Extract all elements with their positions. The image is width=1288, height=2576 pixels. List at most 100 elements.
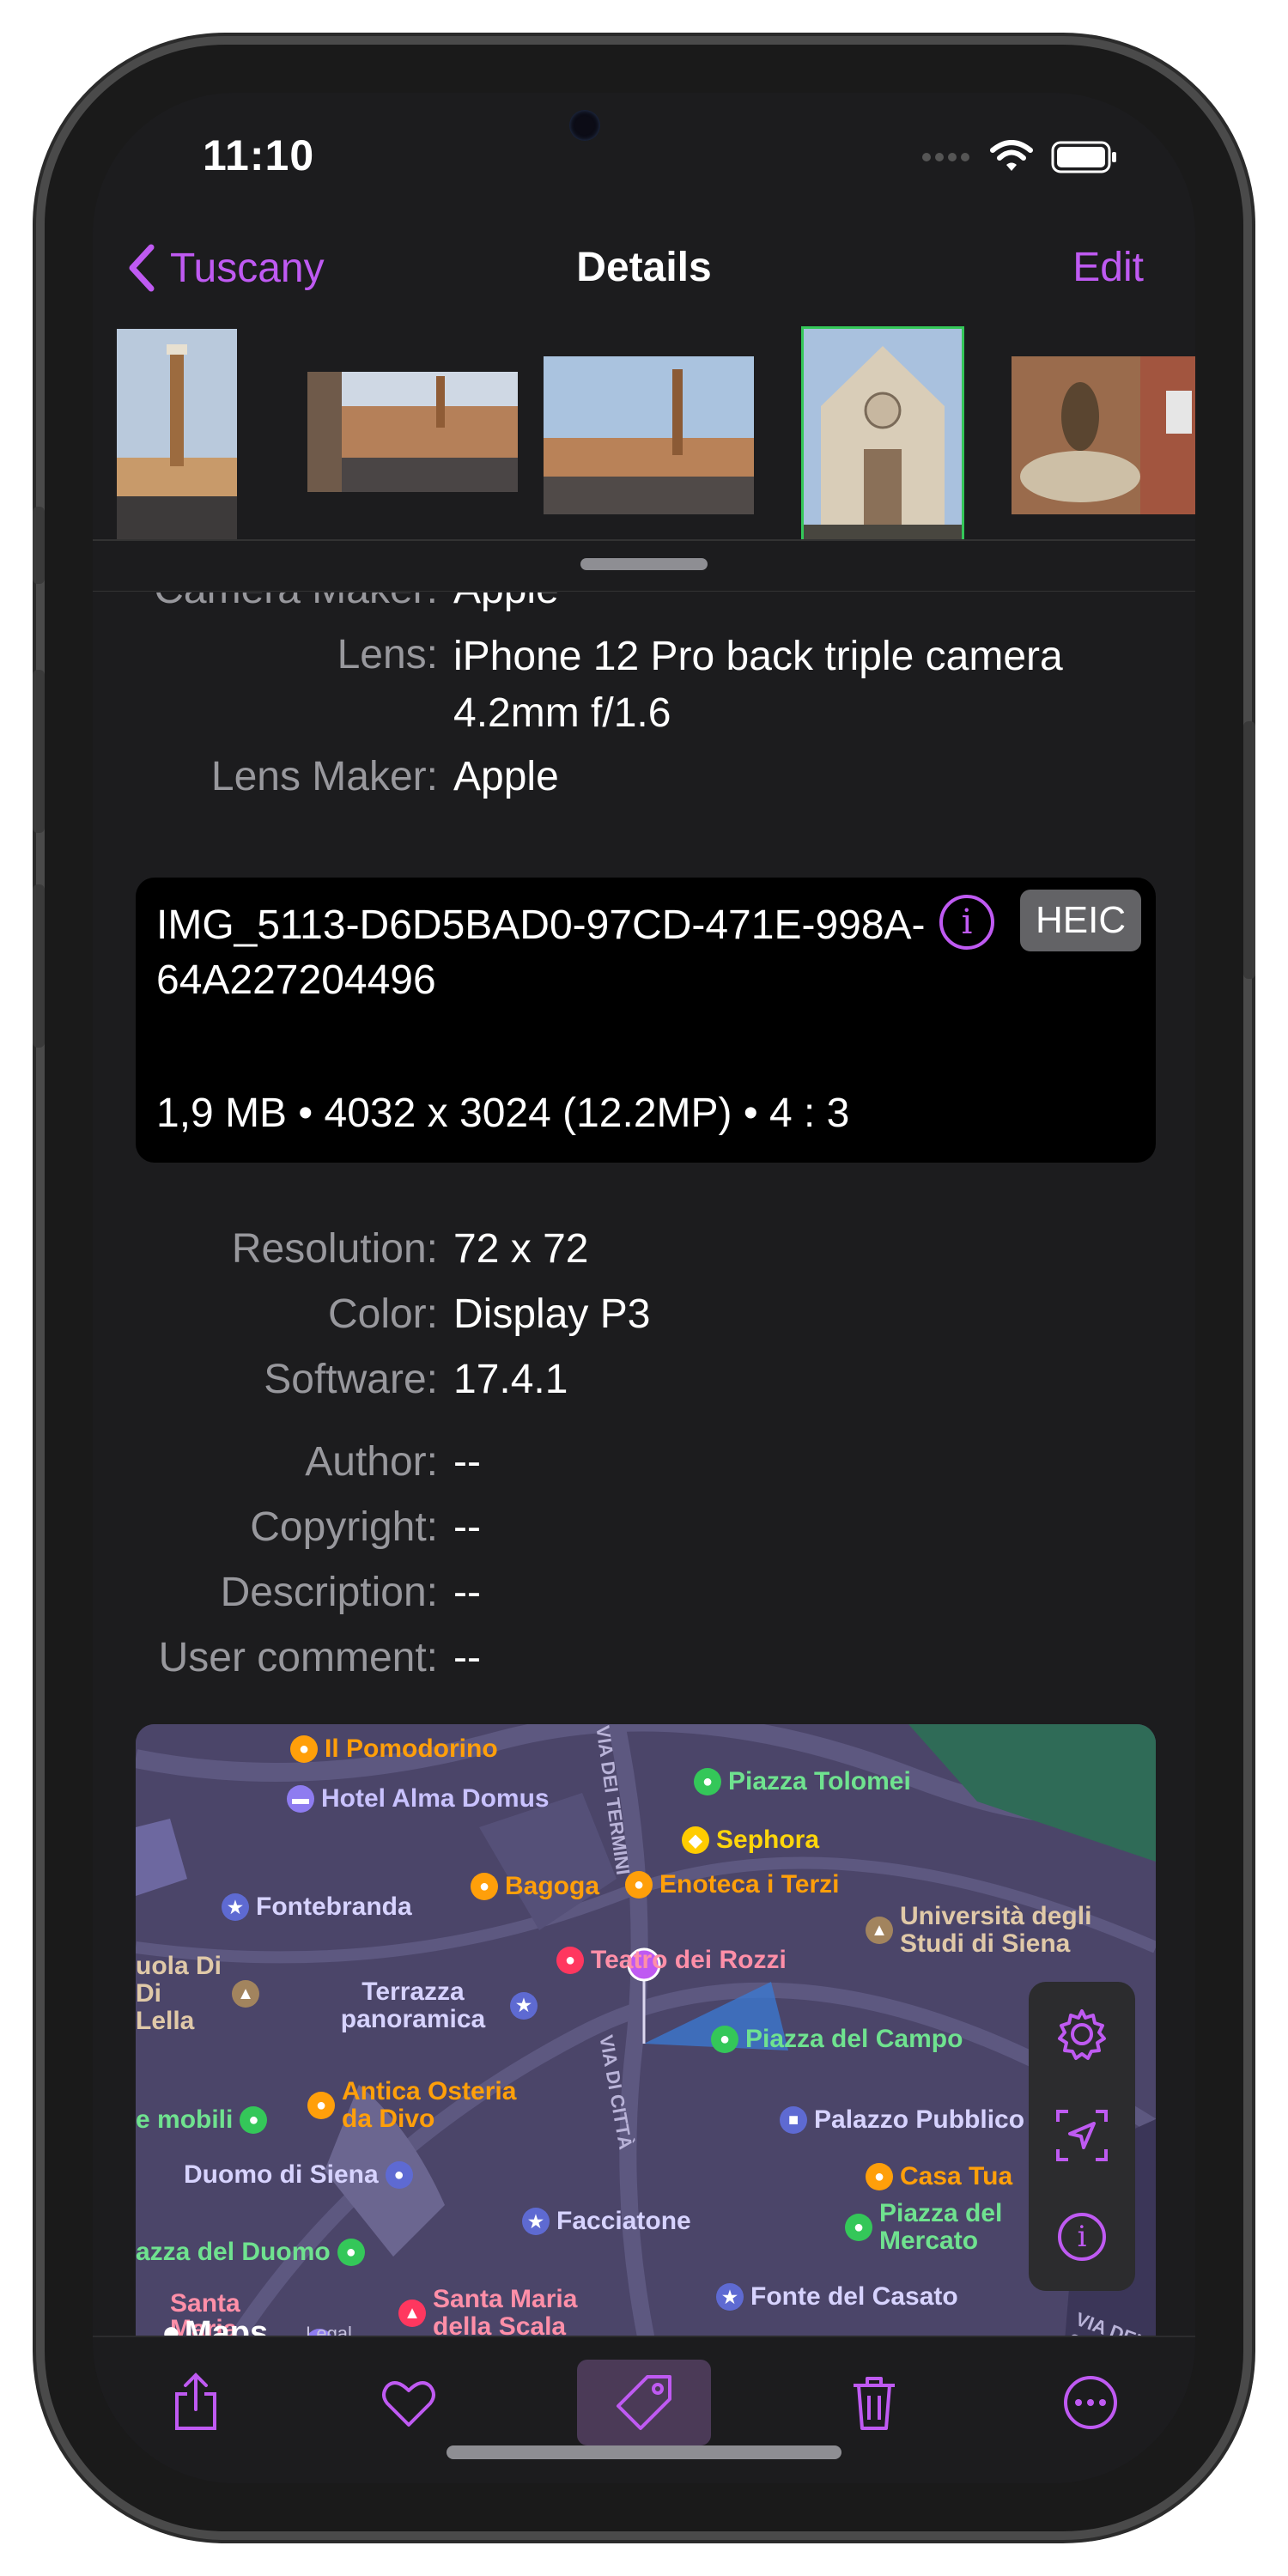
action-toolbar [93, 2360, 1195, 2445]
star-icon: ★ [510, 1992, 538, 2020]
home-indicator[interactable] [447, 2445, 841, 2459]
tag-icon [617, 2375, 671, 2430]
poi-label: Hotel Alma Domus [321, 1784, 550, 1813]
metadata-value: -- [453, 1504, 481, 1550]
power-button [1243, 721, 1255, 979]
map-poi[interactable]: ▲ Santa Maria della Scala [398, 2286, 605, 2341]
poi-label: Piazza del Mercato [879, 2199, 1003, 2255]
map-info-button[interactable]: i [1029, 2190, 1135, 2284]
map-poi[interactable]: ★ Facciatone [522, 2207, 691, 2236]
thumbnail-photo[interactable] [117, 329, 237, 539]
poi-label: Teatro dei Rozzi [591, 1946, 787, 1974]
poi-label: Sephora [716, 1826, 820, 1854]
metadata-label: User comment: [158, 1635, 438, 1680]
poi-label: Antica Osteria da Divo [342, 2077, 517, 2133]
location-map[interactable]: VIA DEI TERMINI VIA DI CITTÀ VIA DEL SAL… [136, 1724, 1156, 2361]
landmark-icon: ● [711, 2026, 738, 2053]
share-button[interactable] [153, 2360, 239, 2445]
poi-label: Piazza del Campo [745, 2025, 963, 2053]
metadata-value: Display P3 [453, 1291, 651, 1337]
landmark-icon: ● [694, 1768, 721, 1795]
restaurant-icon: ● [471, 1873, 498, 1900]
poi-label: Facciatone [556, 2207, 691, 2235]
metadata-label: Copyright: [250, 1504, 438, 1550]
poi-label: Piazza Tolomei [728, 1767, 911, 1795]
poi-label: Duomo di Siena [184, 2160, 379, 2189]
thumbnail-photo[interactable] [544, 356, 754, 514]
metadata-value: iPhone 12 Pro back triple camera 4.2mm f… [453, 634, 1063, 736]
restaurant-icon: ● [866, 2163, 893, 2190]
battery-icon [1051, 141, 1116, 173]
map-poi[interactable]: ● Enoteca i Terzi [625, 1870, 840, 1899]
wifi-icon [990, 140, 1033, 171]
format-badge: HEIC [1020, 890, 1142, 951]
status-time: 11:10 [203, 131, 315, 179]
map-poi[interactable]: e mobili ● [136, 2105, 268, 2135]
map-poi[interactable]: ▲ Università degli Studi di Siena [866, 1903, 1123, 1958]
thumbnail-photo[interactable] [1012, 356, 1195, 514]
landmark-icon: ● [845, 2214, 872, 2241]
metadata-value: -- [453, 1570, 481, 1615]
map-poi[interactable]: ★ Fontebranda [222, 1893, 412, 1922]
delete-button[interactable] [831, 2360, 917, 2445]
wine-icon: ● [625, 1871, 653, 1899]
map-poi[interactable]: ● Piazza Tolomei [694, 1767, 911, 1796]
share-icon [175, 2372, 216, 2430]
more-button[interactable] [1048, 2360, 1133, 2445]
metadata-label: Description: [220, 1570, 438, 1615]
metadata-label: Lens Maker: [210, 754, 438, 799]
info-icon[interactable]: i [939, 895, 994, 950]
map-controls: i [1029, 1982, 1135, 2291]
status-icons [920, 140, 1118, 174]
poi-label: Terrazza panoramica [340, 1978, 486, 2033]
file-meta: 1,9 MB • 4032 x 3024 (12.2MP) • 4 : 3 [156, 1091, 850, 1136]
map-poi[interactable]: ■ Palazzo Pubblico [780, 2105, 1024, 2135]
map-poi[interactable]: uola Di Di Lella ▲ [136, 1953, 259, 2035]
file-name: IMG_5113-D6D5BAD0-97CD-471E-998A-64A2272… [156, 902, 926, 1003]
map-poi[interactable]: ● Piazza del Mercato [845, 2200, 1025, 2255]
locate-button[interactable] [1029, 2088, 1135, 2183]
more-icon [1064, 2376, 1117, 2429]
settings-button[interactable] [1029, 1987, 1135, 2081]
gear-icon [1058, 2009, 1106, 2060]
poi-label: Casa Tua [900, 2162, 1013, 2190]
metadata-value: 72 x 72 [453, 1226, 589, 1272]
map-poi[interactable]: ● Bagoga [471, 1872, 599, 1901]
poi-label: Fonte del Casato [750, 2282, 958, 2311]
edit-button[interactable]: Edit [1072, 244, 1144, 291]
star-icon: ★ [716, 2283, 744, 2311]
poi-label: Bagoga [505, 1872, 600, 1900]
star-icon: ★ [222, 1893, 249, 1921]
heart-icon [382, 2381, 435, 2427]
map-poi[interactable]: ● Teatro dei Rozzi [556, 1946, 787, 1975]
map-poi[interactable]: ● Piazza del Campo [711, 2025, 963, 2054]
poi-label: Enoteca i Terzi [659, 1870, 840, 1899]
file-info-card: IMG_5113-D6D5BAD0-97CD-471E-998A-64A2272… [136, 878, 1156, 1163]
map-poi[interactable]: ● Casa Tua [866, 2162, 1012, 2191]
tag-button[interactable] [577, 2360, 711, 2445]
metadata-label: Color: [327, 1291, 438, 1337]
thumbnail-photo-selected[interactable] [804, 329, 962, 539]
map-poi[interactable]: ★ Fonte del Casato [716, 2282, 958, 2312]
map-poi[interactable]: ▬ Hotel Alma Domus [287, 1784, 550, 1814]
map-poi[interactable]: Duomo di Siena ● [184, 2160, 413, 2190]
map-poi[interactable]: ● Antica Osteria da Divo [307, 2078, 548, 2133]
metadata-value: -- [453, 1439, 481, 1485]
thumbnail-photo[interactable] [307, 372, 518, 492]
silent-switch [33, 507, 45, 584]
map-poi[interactable]: Terrazza panoramica ★ [323, 1978, 538, 2033]
metadata-label: Lens: [337, 632, 438, 677]
metadata-label: Resolution: [231, 1226, 438, 1272]
hotel-icon: ▬ [287, 1785, 314, 1813]
poi-label: Palazzo Pubblico [814, 2105, 1025, 2134]
divider [93, 591, 1195, 592]
sheet-grabber[interactable] [580, 558, 708, 570]
favorite-button[interactable] [366, 2360, 452, 2445]
thumbnail-strip[interactable] [93, 329, 1195, 539]
front-camera [569, 110, 600, 141]
star-icon: ★ [522, 2208, 550, 2235]
map-poi[interactable]: ◆ Sephora [682, 1826, 819, 1855]
map-poi[interactable]: ● Il Pomodorino [290, 1735, 498, 1764]
map-poi[interactable]: azza del Duomo ● [136, 2238, 365, 2267]
screen: 11:10 Tuscany Details Edit Lens: iPhone … [93, 93, 1195, 2483]
